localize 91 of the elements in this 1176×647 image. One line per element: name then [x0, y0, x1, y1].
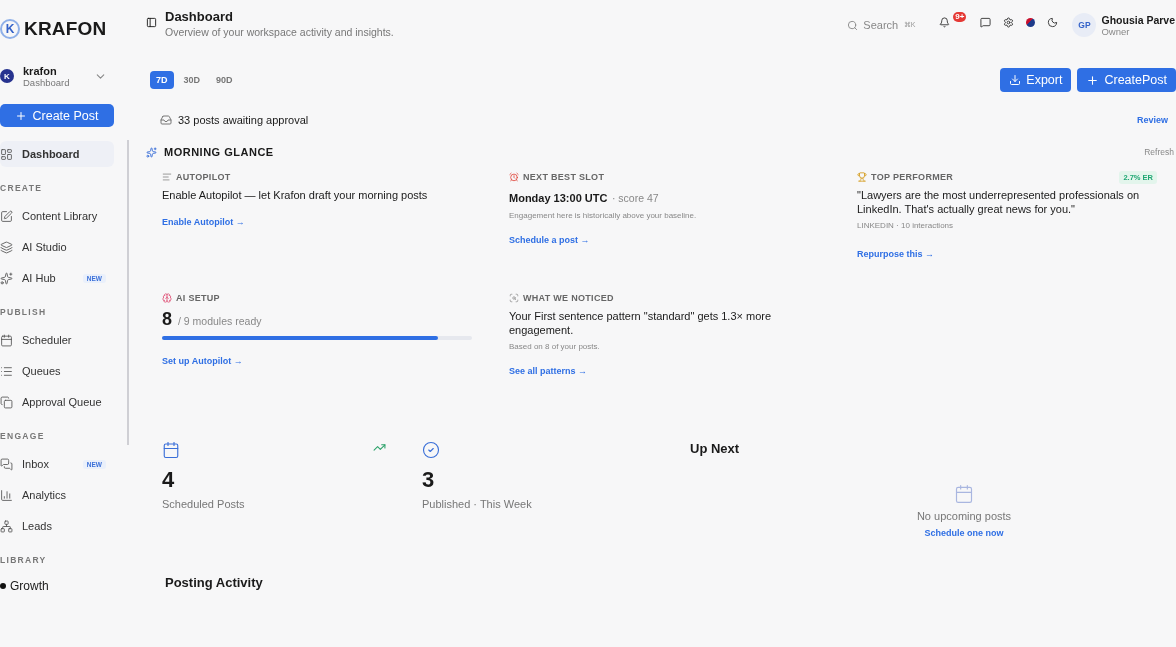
- inbox-icon: [160, 114, 172, 126]
- card-text: Your First sentence pattern "standard" gets 1.3× more engagement.: [509, 309, 773, 337]
- section-title: MORNING GLANCE: [164, 146, 274, 158]
- card-label: AI SETUP: [176, 293, 220, 303]
- nav-item[interactable]: Dashboard: [0, 141, 114, 167]
- card-label: NEXT BEST SLOT: [523, 172, 605, 182]
- scan-icon: [509, 293, 519, 303]
- brain-icon: [162, 293, 172, 303]
- card-note: Engagement here is historically above your baseline.: [509, 211, 697, 220]
- create-post-button[interactable]: CreatePost: [1077, 68, 1176, 92]
- range-tab[interactable]: 30D: [177, 71, 207, 89]
- sidebar-toggle-icon[interactable]: [146, 17, 157, 28]
- user-name: Ghousia Parve: [1101, 13, 1175, 26]
- chat-icon[interactable]: [980, 17, 992, 28]
- brand-name: KRAFON: [24, 18, 107, 40]
- bell-icon[interactable]: [939, 17, 951, 28]
- user-role: Owner: [1101, 25, 1131, 37]
- page-title: Dashboard: [165, 9, 234, 24]
- plus-icon: [1086, 73, 1100, 87]
- page-subtitle: Overview of your workspace activity and insights.: [165, 26, 395, 38]
- logo-icon: K: [0, 19, 20, 39]
- nav-item[interactable]: Analytics: [0, 482, 114, 508]
- copy-icon: [0, 395, 13, 409]
- trend-up-icon: [373, 441, 386, 454]
- nav-item[interactable]: Queues: [0, 358, 114, 384]
- create-post-button[interactable]: Create Post: [0, 104, 114, 127]
- slot-time: Monday 13:00 UTC: [509, 192, 608, 204]
- nav-item[interactable]: Scheduler: [0, 327, 114, 353]
- approval-text: 33 posts awaiting approval: [178, 114, 309, 126]
- sparkles-icon: [146, 146, 157, 158]
- nav-item[interactable]: Approval Queue: [0, 389, 114, 415]
- posting-activity-title: Posting Activity: [164, 575, 264, 590]
- setup-total: / 9 modules ready: [178, 315, 262, 327]
- stat-label: Published · This Week: [422, 498, 532, 510]
- card-note: Based on 8 of your posts.: [509, 342, 600, 351]
- list-icon: [0, 364, 13, 378]
- stat-value: 4: [162, 467, 175, 493]
- download-icon: [1009, 74, 1022, 86]
- bar-chart-icon: [0, 488, 13, 502]
- range-tab[interactable]: 90D: [210, 71, 239, 89]
- nav-section-label: CREATE: [0, 183, 44, 193]
- card-label: WHAT WE NOTICED: [523, 293, 614, 303]
- user-avatar[interactable]: GP: [1072, 13, 1097, 37]
- stat-value: 3: [422, 467, 435, 493]
- card-text: "Lawyers are the most underrepresented professionals on LinkedIn. That's actually great news for you.": [857, 188, 1141, 216]
- nav-section-label: ENGAGE: [0, 431, 46, 441]
- calendar-icon: [162, 441, 180, 459]
- chat-bubbles-icon: [0, 457, 13, 471]
- card-link[interactable]: Schedule a post →: [509, 235, 590, 245]
- card-text: Enable Autopilot — let Krafon draft your morning posts: [162, 188, 428, 202]
- check-circle-icon: [422, 441, 440, 459]
- alarm-clock-icon: [509, 172, 519, 182]
- pencil-square-icon: [0, 209, 13, 223]
- workspace-switcher[interactable]: K krafon Dashboard: [0, 58, 127, 94]
- flag-icon[interactable]: [1026, 18, 1036, 27]
- range-tab[interactable]: 7D: [150, 71, 174, 89]
- search-icon: [847, 19, 859, 31]
- card-link[interactable]: Set up Autopilot →: [162, 356, 243, 366]
- export-button[interactable]: Export: [1000, 68, 1072, 92]
- dashboard-icon: [0, 147, 13, 161]
- layers-icon: [0, 240, 13, 254]
- card-label: TOP PERFORMER: [871, 172, 954, 182]
- notification-badge: 9+: [953, 12, 967, 22]
- empty-message: No upcoming posts: [916, 510, 1012, 522]
- stat-label: Scheduled Posts: [162, 498, 245, 510]
- settings-icon[interactable]: [1003, 17, 1015, 28]
- nav-group[interactable]: Growth: [0, 579, 127, 593]
- card-link[interactable]: Enable Autopilot →: [162, 217, 245, 227]
- lines-icon: [162, 172, 172, 182]
- up-next-title: Up Next: [690, 441, 741, 456]
- plus-icon: [15, 109, 28, 122]
- sparkles-icon: [0, 271, 13, 285]
- card-link[interactable]: See all patterns →: [509, 366, 588, 376]
- calendar-icon: [0, 333, 13, 347]
- network-icon: [0, 519, 13, 533]
- moon-icon[interactable]: [1047, 17, 1059, 28]
- setup-count: 8: [162, 309, 172, 330]
- nav-section-label: PUBLISH: [0, 307, 48, 317]
- trophy-icon: [857, 172, 867, 182]
- nav-item[interactable]: Content Library: [0, 203, 114, 229]
- card-link[interactable]: Repurpose this →: [857, 249, 934, 259]
- review-link[interactable]: Review: [1136, 115, 1168, 125]
- nav-item[interactable]: AI Studio: [0, 234, 114, 260]
- card-note: LINKEDIN · 10 interactions: [857, 221, 954, 230]
- nav-item[interactable]: Leads: [0, 513, 114, 539]
- card-label: AUTOPILOT: [176, 172, 231, 182]
- schedule-link[interactable]: Schedule one now: [924, 528, 1004, 538]
- nav-section-label: LIBRARY: [0, 555, 48, 565]
- slot-score: · score 47: [611, 192, 659, 204]
- calendar-icon: [954, 484, 974, 504]
- refresh-link[interactable]: Refresh: [1144, 147, 1174, 157]
